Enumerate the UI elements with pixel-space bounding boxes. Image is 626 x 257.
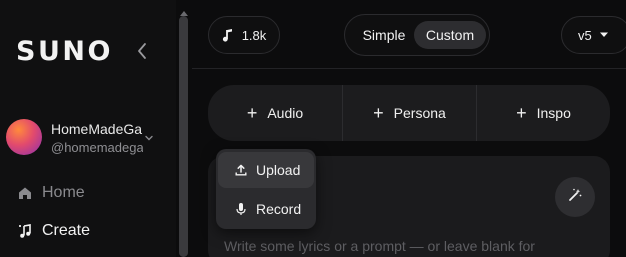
user-name[interactable]: HomeMadeGa — [51, 121, 143, 137]
lyrics-placeholder: Write some lyrics or a prompt — or leave… — [224, 238, 535, 254]
add-persona-button[interactable]: + Persona — [342, 85, 476, 141]
music-note-icon — [222, 28, 234, 42]
plus-icon: + — [373, 103, 384, 123]
scroll-up-icon[interactable] — [179, 4, 189, 16]
sidebar-item-label: Create — [42, 222, 91, 239]
add-inspo-label: Inspo — [536, 105, 571, 121]
model-version-label: v5 — [578, 27, 592, 43]
magic-wand-icon — [567, 187, 583, 208]
microphone-icon — [234, 202, 248, 216]
mode-custom-button[interactable]: Custom — [414, 21, 486, 49]
add-inspo-button[interactable]: + Inspo — [476, 85, 610, 141]
add-source-bar: + Audio + Persona + Inspo — [208, 85, 610, 141]
menu-item-upload[interactable]: Upload — [218, 152, 314, 188]
sidebar-item-label: Home — [42, 184, 85, 201]
plus-icon: + — [246, 103, 258, 123]
add-audio-label: Audio — [267, 105, 304, 121]
sidebar-item-home[interactable]: Home — [16, 182, 85, 204]
credits-button[interactable]: 1.8k — [208, 16, 280, 54]
menu-item-label: Record — [256, 201, 302, 217]
user-handle[interactable]: @homemadega — [51, 140, 143, 155]
header-divider — [192, 68, 626, 69]
scrollbar-thumb[interactable] — [179, 16, 188, 257]
magic-wand-button[interactable] — [555, 177, 595, 217]
menu-item-label: Upload — [256, 162, 301, 178]
add-persona-label: Persona — [393, 105, 446, 121]
caret-down-icon — [599, 32, 609, 38]
mode-toggle: Simple Custom — [344, 14, 490, 56]
upload-icon — [234, 164, 248, 176]
create-music-icon — [16, 222, 34, 240]
plus-icon: + — [516, 103, 527, 123]
credits-count: 1.8k — [241, 27, 267, 43]
audio-source-menu: Upload Record — [216, 149, 316, 229]
avatar[interactable] — [6, 119, 42, 155]
mode-simple-button[interactable]: Simple — [353, 21, 415, 49]
suno-logo[interactable]: SUNO — [16, 36, 113, 67]
chevron-down-icon[interactable] — [144, 130, 154, 141]
collapse-sidebar-icon[interactable] — [134, 41, 150, 61]
menu-item-record[interactable]: Record — [218, 191, 314, 227]
sidebar-item-create[interactable]: Create — [16, 220, 90, 242]
add-audio-button[interactable]: + Audio — [208, 85, 342, 141]
model-version-select[interactable]: v5 — [561, 16, 626, 54]
home-icon — [16, 184, 34, 202]
